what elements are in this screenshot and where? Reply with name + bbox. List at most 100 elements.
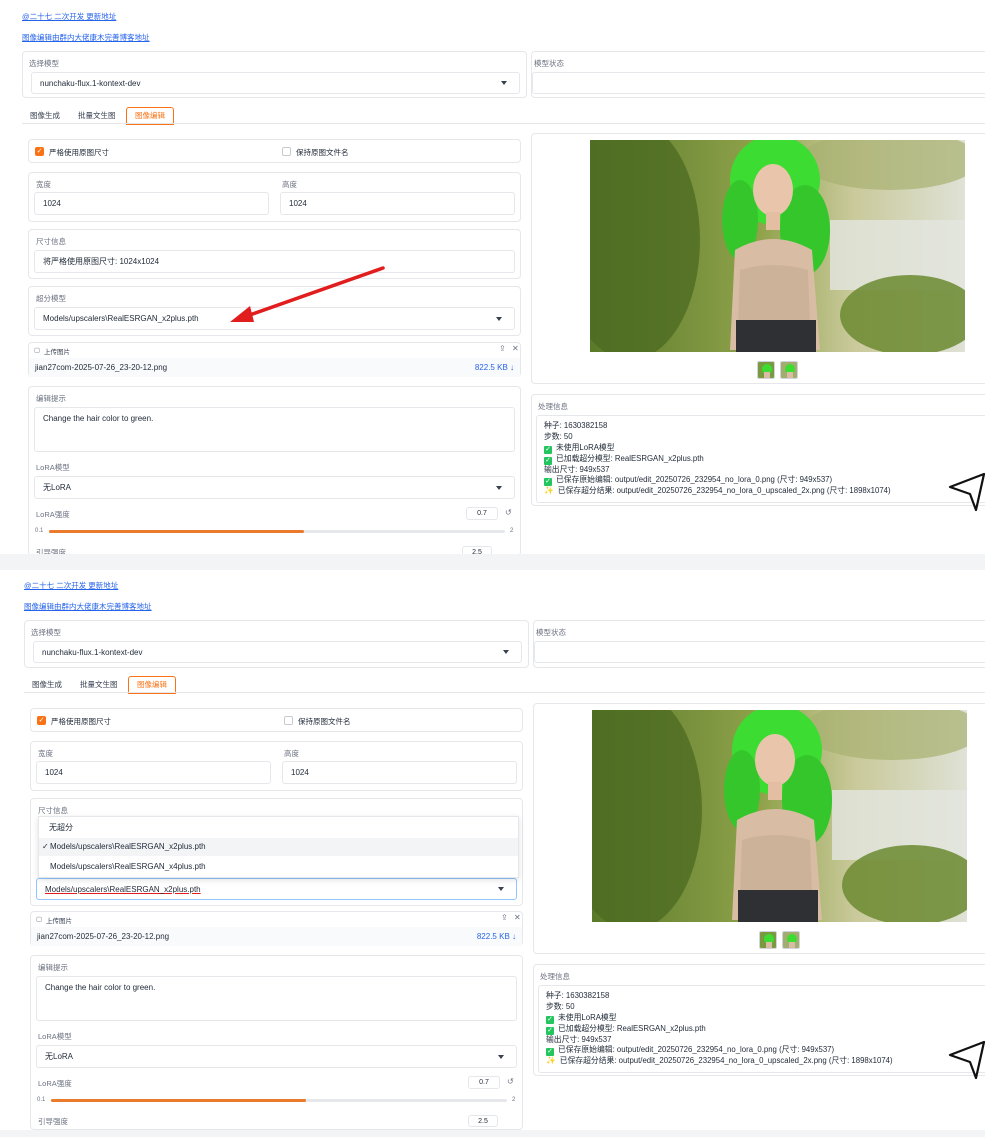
guidance-label: 引导强度 <box>38 1117 68 1126</box>
upscaler-option-none[interactable]: 无超分 <box>49 822 73 833</box>
lora-strength-fill <box>51 1099 307 1102</box>
cursor-icon <box>948 472 985 512</box>
tab-batch-text2img[interactable]: 批量文生图 <box>80 679 118 690</box>
check-icon: ✓ <box>42 842 49 851</box>
upload-icon[interactable]: ⇪ <box>501 913 508 922</box>
model-status-field <box>532 72 985 94</box>
file-name: jian27com-2025-07-26_23-20-12.png <box>37 932 170 941</box>
model-status-block: 模型状态 <box>533 620 985 668</box>
reset-icon[interactable]: ↺ <box>507 1077 514 1086</box>
author-link[interactable]: @二十七 二次开发 更新地址 <box>22 11 116 22</box>
keep-size-checkbox[interactable]: ✓ <box>35 147 44 156</box>
upload-icon[interactable]: ⇪ <box>499 344 506 353</box>
lora-strength-input[interactable]: 0.7 <box>468 1076 500 1089</box>
upscaler-status-text: 已加载超分模型: RealESRGAN_x2plus.pth <box>556 453 704 463</box>
width-input[interactable]: 1024 <box>34 192 269 215</box>
lora-strength-slider[interactable] <box>51 1099 507 1102</box>
chevron-down-icon <box>501 81 507 85</box>
thumbnail-1[interactable] <box>757 361 775 379</box>
guidance-label: 引导强度 <box>36 548 66 554</box>
guidance-input[interactable]: 2.5 <box>462 546 492 554</box>
seed-line: 种子: 1630382158 <box>546 991 610 1000</box>
image-preview-block <box>533 703 985 954</box>
keep-size-checkbox[interactable]: ✓ <box>37 716 46 725</box>
model-select[interactable]: nunchaku-flux.1-kontext-dev <box>33 641 522 663</box>
steps-line: 步数: 50 <box>546 1001 575 1011</box>
upscaler-option-x2[interactable]: Models/upscalers\RealESRGAN_x2plus.pth <box>50 842 206 851</box>
processing-output: 种子: 1630382158 步数: 50 ✓ 未使用LoRA模型 ✓ 已加载超分模… <box>538 985 985 1073</box>
lora-select[interactable]: 无LoRA <box>36 1045 517 1068</box>
upscaler-status-line: ✓ 已加载超分模型: RealESRGAN_x2plus.pth <box>544 454 980 465</box>
lora-select-value: 无LoRA <box>43 483 72 492</box>
processing-label: 处理信息 <box>540 972 570 981</box>
model-status-block: 模型状态 <box>531 51 985 98</box>
lora-select[interactable]: 无LoRA <box>34 476 515 499</box>
output-size-line: 输出尺寸: 949x537 <box>546 1034 612 1044</box>
file-row[interactable]: jian27com-2025-07-26_23-20-12.png 822.5 … <box>31 927 522 946</box>
height-label: 高度 <box>282 180 297 189</box>
tab-divider <box>22 123 985 124</box>
keep-name-label: 保持原图文件名 <box>296 148 349 157</box>
close-icon[interactable]: ✕ <box>514 913 521 922</box>
upload-label: 上传图片 <box>44 349 70 356</box>
file-size[interactable]: 822.5 KB ↓ <box>477 932 516 941</box>
thumbnail-1[interactable] <box>759 931 777 949</box>
blog-link[interactable]: 图像编辑由群内大佬康木完善博客地址 <box>24 601 152 612</box>
keep-size-label: 严格使用原图尺寸 <box>49 148 109 157</box>
blog-link[interactable]: 图像编辑由群内大佬康木完善博客地址 <box>22 32 150 43</box>
saved-text: 已保存原始编辑: output/edit_20250726_232954_no_… <box>558 1045 835 1055</box>
upscaled-text: 已保存超分结果: output/edit_20250726_232954_no_… <box>557 486 891 496</box>
upscaler-dropdown: 无超分 ✓ Models/upscalers\RealESRGAN_x2plus… <box>38 816 519 878</box>
prompt-lora-block: 编辑提示 Change the hair color to green. LoR… <box>28 386 521 554</box>
height-label: 高度 <box>284 749 299 758</box>
annotation-arrow <box>230 266 385 322</box>
size-block: 宽度 1024 高度 1024 <box>30 741 523 791</box>
steps-line: 步数: 50 <box>544 431 573 441</box>
file-row[interactable]: jian27com-2025-07-26_23-20-12.png 822.5 … <box>29 358 520 377</box>
chevron-down-icon <box>498 1054 504 1059</box>
file-size[interactable]: 822.5 KB ↓ <box>475 363 514 372</box>
keep-name-checkbox[interactable] <box>284 716 293 725</box>
model-select[interactable]: nunchaku-flux.1-kontext-dev <box>31 72 520 94</box>
guidance-input[interactable]: 2.5 <box>468 1115 498 1127</box>
lora-strength-min: 0.1 <box>37 1097 46 1103</box>
lora-strength-label: LoRA强度 <box>36 510 70 519</box>
tab-batch-text2img[interactable]: 批量文生图 <box>78 110 116 121</box>
seed-line: 种子: 1630382158 <box>544 421 608 430</box>
thumbnail-2[interactable] <box>782 931 800 949</box>
upscaler-select[interactable]: Models/upscalers\RealESRGAN_x2plus.pth <box>36 878 517 900</box>
sparkle-icon: ✨ <box>546 1056 556 1066</box>
lora-strength-input[interactable]: 0.7 <box>466 507 498 520</box>
output-size-line: 输出尺寸: 949x537 <box>544 464 610 474</box>
upscaler-option-x4[interactable]: Models/upscalers\RealESRGAN_x4plus.pth <box>50 862 206 871</box>
chevron-down-icon <box>496 485 502 490</box>
height-input[interactable]: 1024 <box>280 192 515 215</box>
upscaled-line: ✨ 已保存超分结果: output/edit_20250726_232954_no… <box>544 486 980 497</box>
tab-image-generation[interactable]: 图像生成 <box>30 110 60 121</box>
width-input[interactable]: 1024 <box>36 761 271 784</box>
upscaled-text: 已保存超分结果: output/edit_20250726_232954_no_… <box>559 1056 893 1066</box>
reset-icon[interactable]: ↺ <box>505 508 512 517</box>
saved-line: ✓ 已保存原始编辑: output/edit_20250726_232954_no… <box>544 475 980 487</box>
width-label: 宽度 <box>36 180 51 189</box>
keep-name-checkbox[interactable] <box>282 147 291 156</box>
model-select-value: nunchaku-flux.1-kontext-dev <box>40 78 141 88</box>
author-link[interactable]: @二十七 二次开发 更新地址 <box>24 580 118 591</box>
model-status-label: 模型状态 <box>536 628 566 637</box>
processing-label: 处理信息 <box>538 402 568 411</box>
keep-size-label: 严格使用原图尺寸 <box>51 717 111 726</box>
lora-strength-max: 2 <box>510 528 514 534</box>
lora-strength-slider[interactable] <box>49 530 505 533</box>
lora-label: LoRA模型 <box>36 463 70 472</box>
prompt-input[interactable]: Change the hair color to green. <box>34 407 515 452</box>
tab-image-generation[interactable]: 图像生成 <box>32 679 62 690</box>
upload-label: 上传图片 <box>46 918 72 925</box>
height-input[interactable]: 1024 <box>282 761 517 784</box>
close-icon[interactable]: ✕ <box>512 344 519 353</box>
upscaler-select-value: Models/upscalers\RealESRGAN_x2plus.pth <box>45 884 201 894</box>
upscaler-label: 超分模型 <box>36 294 66 303</box>
prompt-input[interactable]: Change the hair color to green. <box>36 976 517 1021</box>
width-label: 宽度 <box>38 749 53 758</box>
thumbnail-2[interactable] <box>780 361 798 379</box>
prompt-lora-block: 编辑提示 Change the hair color to green. LoR… <box>30 955 523 1130</box>
